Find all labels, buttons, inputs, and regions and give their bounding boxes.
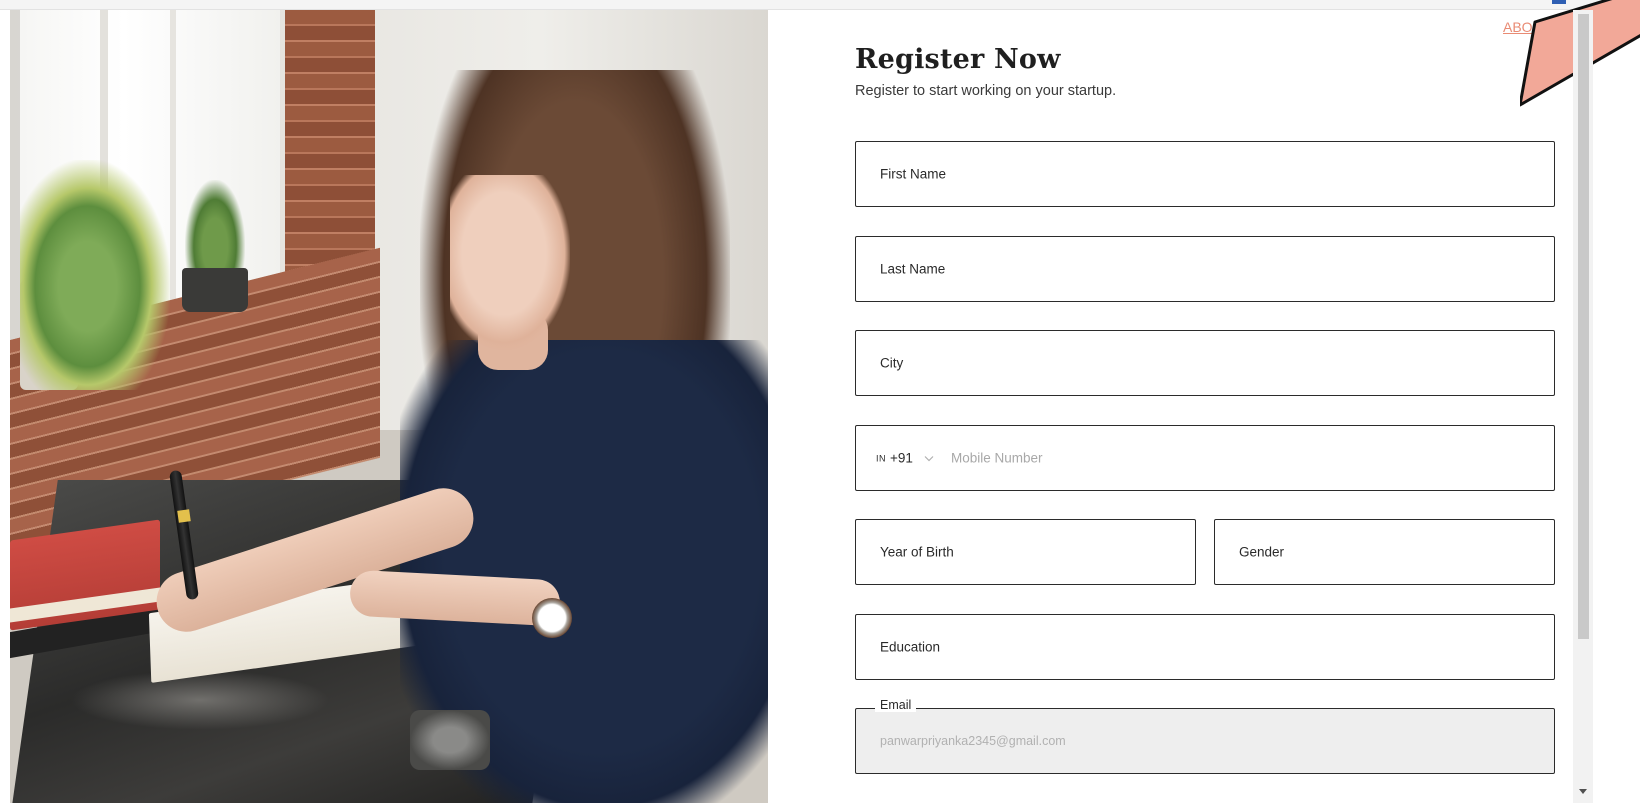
city-label: City — [880, 355, 904, 371]
last-name-label: Last Name — [880, 261, 946, 277]
email-label: Email — [875, 698, 917, 712]
browser-top-strip — [0, 0, 1640, 10]
mobile-number-placeholder: Mobile Number — [951, 450, 1043, 466]
year-of-birth-label: Year of Birth — [880, 544, 954, 560]
gender-field[interactable]: Gender — [1214, 519, 1555, 585]
dial-code: +91 — [890, 450, 913, 466]
education-label: Education — [880, 639, 941, 655]
country-code-select[interactable]: IN +91 — [876, 451, 935, 466]
mobile-number-field[interactable]: IN +91 Mobile Number — [855, 425, 1555, 491]
first-name-field[interactable]: First Name — [855, 141, 1555, 207]
email-field[interactable]: Email panwarpriyanka2345@gmail.com — [855, 698, 1555, 774]
education-field[interactable]: Education — [855, 614, 1555, 680]
country-code: IN — [876, 453, 886, 463]
city-field[interactable]: City — [855, 330, 1555, 396]
chevron-down-icon — [924, 455, 934, 461]
hero-photo — [10, 10, 768, 803]
first-name-label: First Name — [880, 166, 947, 182]
triangle-down-icon[interactable] — [1578, 788, 1588, 796]
gender-label: Gender — [1239, 544, 1285, 560]
page-title: Register Now — [855, 44, 1061, 75]
form-header: Register Now Register to start working o… — [855, 44, 1555, 99]
year-of-birth-field[interactable]: Year of Birth — [855, 519, 1196, 585]
last-name-field[interactable]: Last Name — [855, 236, 1555, 302]
register-page: ABO Register Now Register to start worki… — [0, 0, 1640, 803]
email-value: panwarpriyanka2345@gmail.com — [880, 734, 1066, 748]
scrollbar-thumb[interactable] — [1578, 14, 1589, 639]
page-subtitle: Register to start working on your startu… — [855, 83, 1117, 99]
